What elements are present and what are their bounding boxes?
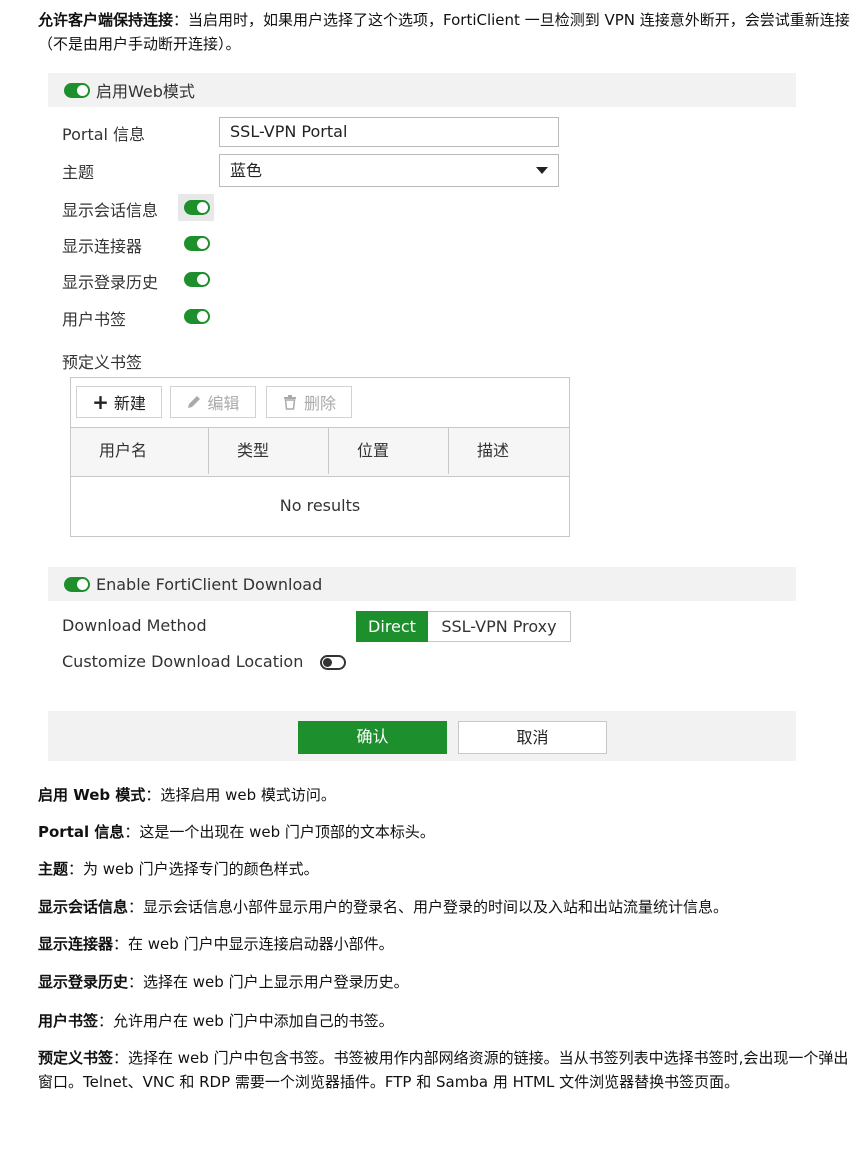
toggle-label-user-bookmarks: 用户书签 <box>62 310 127 329</box>
delete-button-label: 删除 <box>303 394 336 413</box>
delete-button[interactable]: 删除 <box>266 386 352 418</box>
theme-value: 蓝色 <box>230 161 263 180</box>
portal-input[interactable]: SSL-VPN Portal <box>219 117 559 147</box>
toggle-login-history[interactable] <box>184 272 210 287</box>
edit-button-label: 编辑 <box>207 394 240 413</box>
intro-term: 允许客户端保持连接 <box>38 11 174 29</box>
desc-term: 用户书签 <box>38 1012 99 1030</box>
desc-connector: 显示连接器：在 web 门户中显示连接启动器小部件。 <box>38 932 850 956</box>
toggle-session-info[interactable] <box>184 200 210 215</box>
desc-term: 显示登录历史 <box>38 973 129 991</box>
desc-predefined-bookmarks: 预定义书签：选择在 web 门户中包含书签。书签被用作内部网络资源的链接。当从书… <box>38 1046 850 1094</box>
desc-login-history: 显示登录历史：选择在 web 门户上显示用户登录历史。 <box>38 970 850 994</box>
trash-icon <box>283 395 296 410</box>
desc-term: 启用 Web 模式 <box>38 786 146 804</box>
edit-button[interactable]: 编辑 <box>170 386 256 418</box>
theme-label: 主题 <box>62 163 95 182</box>
toggle-label-login-history: 显示登录历史 <box>62 273 159 292</box>
column-type[interactable]: 类型 <box>209 428 329 474</box>
column-location[interactable]: 位置 <box>329 428 449 474</box>
chevron-down-icon <box>536 167 548 174</box>
bookmarks-table: + 新建 编辑 删除 用户名 类型 位置 描述 No results <box>70 377 570 537</box>
table-header: 用户名 类型 位置 描述 <box>71 427 569 477</box>
plus-icon: + <box>92 390 109 414</box>
forticlient-header: Enable FortiClient Download <box>48 567 796 601</box>
desc-user-bookmarks: 用户书签：允许用户在 web 门户中添加自己的书签。 <box>38 1009 850 1033</box>
intro-paragraph: 允许客户端保持连接：当启用时，如果用户选择了这个选项，FortiClient 一… <box>38 8 850 56</box>
toggle-label-connector: 显示连接器 <box>62 237 143 256</box>
portal-label: Portal 信息 <box>62 125 146 144</box>
toggle-label-session: 显示会话信息 <box>62 201 159 220</box>
pencil-icon <box>188 396 201 408</box>
desc-text: ：在 web 门户中显示连接启动器小部件。 <box>113 935 394 953</box>
desc-text: ：显示会话信息小部件显示用户的登录名、用户登录的时间以及入站和出站流量统计信息。 <box>128 898 729 916</box>
desc-theme: 主题：为 web 门户选择专门的颜色样式。 <box>38 857 850 881</box>
bookmarks-label: 预定义书签 <box>62 353 143 372</box>
desc-text: ：允许用户在 web 门户中添加自己的书签。 <box>98 1012 394 1030</box>
desc-term: Portal 信息 <box>38 823 125 841</box>
desc-web-mode: 启用 Web 模式：选择启用 web 模式访问。 <box>38 783 850 807</box>
customize-location-label: Customize Download Location <box>62 652 304 671</box>
column-description[interactable]: 描述 <box>449 428 569 474</box>
cancel-button[interactable]: 取消 <box>458 721 607 754</box>
web-mode-title: 启用Web模式 <box>96 82 195 101</box>
theme-select[interactable]: 蓝色 <box>219 154 559 187</box>
desc-text: ：选择在 web 门户上显示用户登录历史。 <box>128 973 409 991</box>
ok-button[interactable]: 确认 <box>298 721 447 754</box>
desc-text: ：选择启用 web 模式访问。 <box>145 786 336 804</box>
method-proxy-button[interactable]: SSL-VPN Proxy <box>428 611 571 642</box>
desc-text: ：为 web 门户选择专门的颜色样式。 <box>68 860 319 878</box>
method-direct-button[interactable]: Direct <box>356 611 428 642</box>
desc-term: 显示会话信息 <box>38 898 129 916</box>
web-mode-toggle[interactable] <box>64 82 90 98</box>
new-button-label: 新建 <box>113 394 146 413</box>
toggle-user-bookmarks[interactable] <box>184 309 210 324</box>
desc-text: ：选择在 web 门户中包含书签。书签被用作内部网络资源的链接。当从书签列表中选… <box>38 1049 849 1091</box>
download-method-label: Download Method <box>62 616 207 635</box>
column-username[interactable]: 用户名 <box>71 428 209 474</box>
forticlient-toggle[interactable] <box>64 576 90 592</box>
desc-text: ：这是一个出现在 web 门户顶部的文本标头。 <box>124 823 435 841</box>
new-button[interactable]: + 新建 <box>76 386 162 418</box>
customize-location-toggle[interactable] <box>320 655 346 670</box>
desc-portal: Portal 信息：这是一个出现在 web 门户顶部的文本标头。 <box>38 820 850 844</box>
web-mode-header: 启用Web模式 <box>48 73 796 107</box>
desc-term: 显示连接器 <box>38 935 114 953</box>
toggle-connector[interactable] <box>184 236 210 251</box>
empty-message: No results <box>279 496 361 515</box>
desc-term: 预定义书签 <box>38 1049 114 1067</box>
desc-term: 主题 <box>38 860 69 878</box>
forticlient-title: Enable FortiClient Download <box>96 574 323 594</box>
desc-session: 显示会话信息：显示会话信息小部件显示用户的登录名、用户登录的时间以及入站和出站流… <box>38 895 850 919</box>
